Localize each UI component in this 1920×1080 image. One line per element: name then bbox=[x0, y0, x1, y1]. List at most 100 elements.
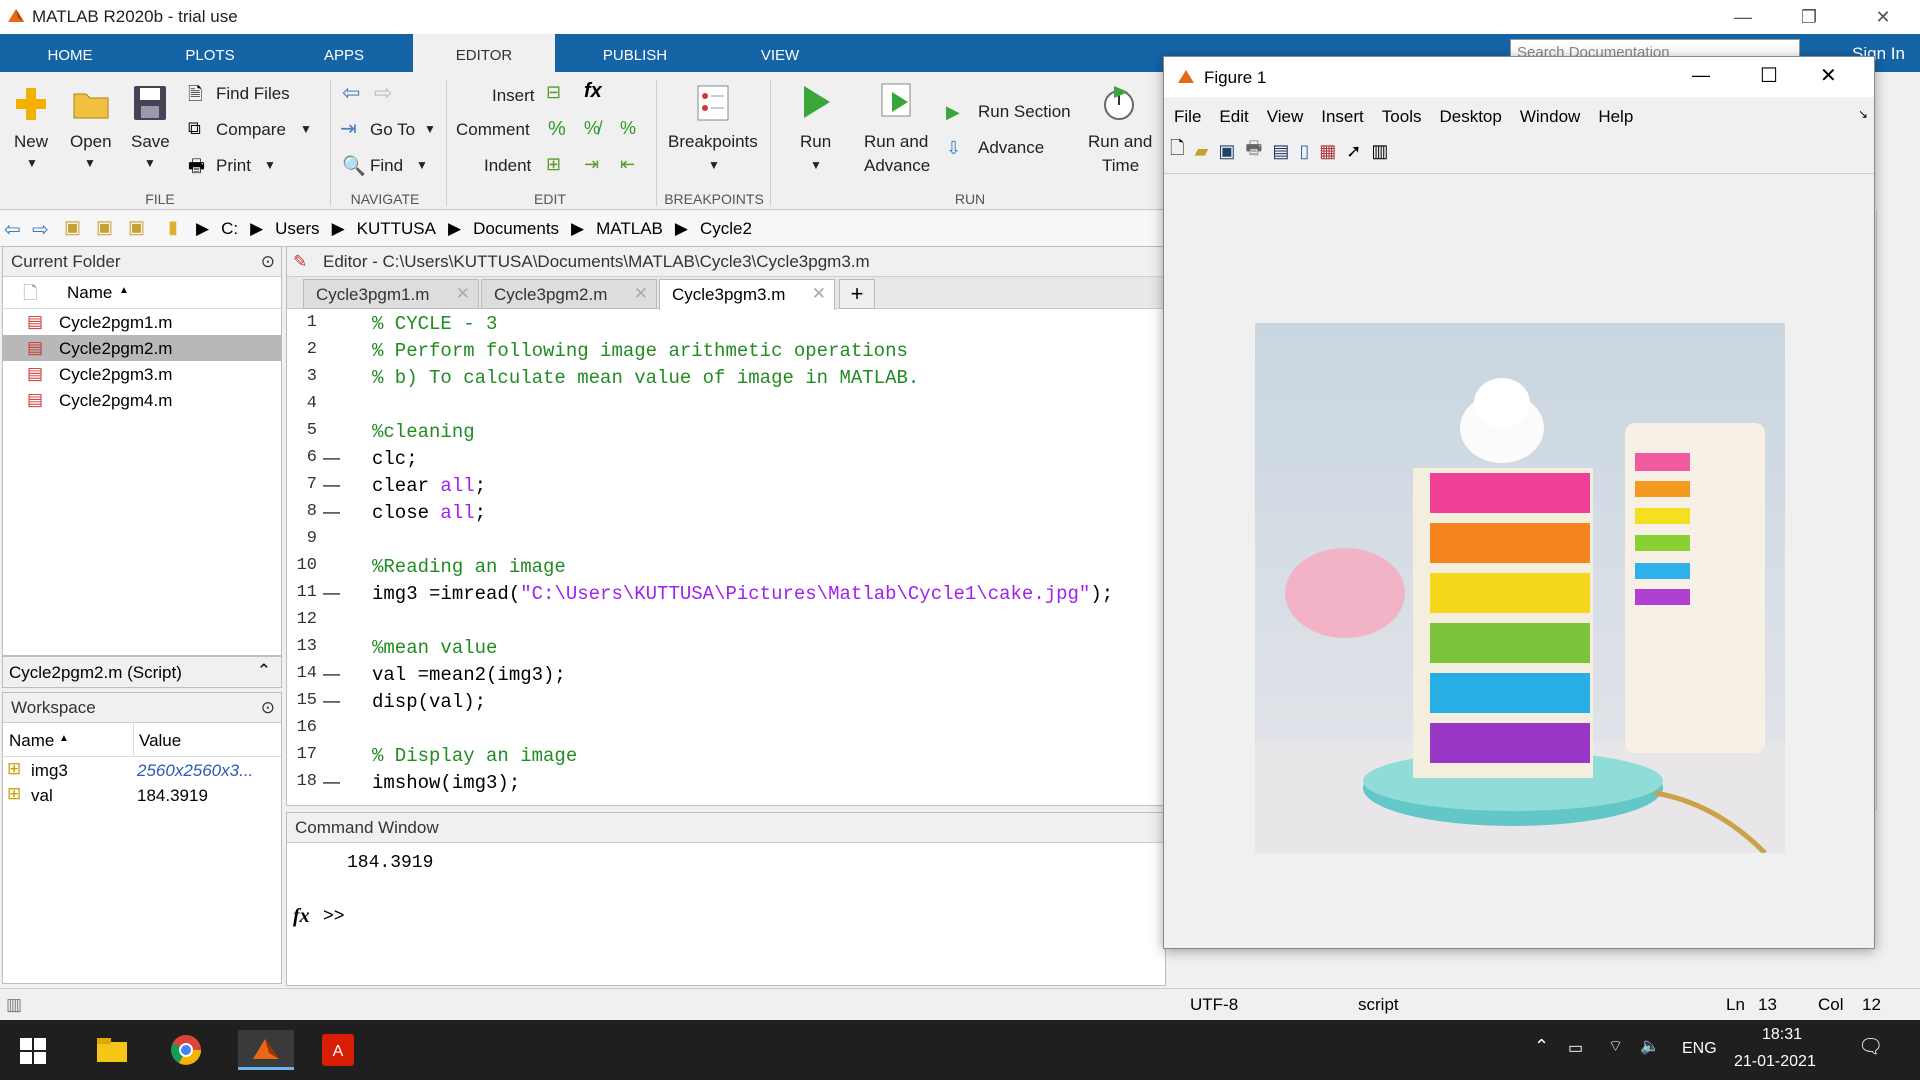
battery-icon[interactable]: ▭ bbox=[1568, 1038, 1583, 1058]
menu-window[interactable]: Window bbox=[1520, 107, 1580, 127]
run-button[interactable]: Run bbox=[800, 132, 831, 152]
close-tab-icon[interactable]: ✕ bbox=[456, 284, 470, 304]
open-folder-icon[interactable] bbox=[72, 86, 110, 125]
new-icon[interactable] bbox=[12, 84, 52, 124]
editor-tab[interactable]: Cycle3pgm2.m ✕ bbox=[481, 279, 657, 309]
matlab-taskbar-icon[interactable] bbox=[238, 1030, 294, 1070]
print-button[interactable]: Print bbox=[216, 156, 251, 176]
breadcrumb-item[interactable]: MATLAB bbox=[596, 219, 663, 239]
new-tab-button[interactable]: + bbox=[839, 279, 875, 309]
code-line[interactable]: % Display an image bbox=[372, 745, 577, 767]
clock-time[interactable]: 18:31 bbox=[1762, 1026, 1802, 1044]
close-tab-icon[interactable]: ✕ bbox=[634, 284, 648, 304]
wifi-icon[interactable]: ⌔ bbox=[1608, 1036, 1623, 1056]
code-line[interactable]: % CYCLE - 3 bbox=[372, 313, 497, 335]
code-line[interactable]: clear all; bbox=[372, 475, 486, 497]
forward-arrow-icon[interactable]: ⇨ bbox=[374, 80, 392, 106]
tab-view[interactable]: VIEW bbox=[740, 34, 820, 72]
code-line[interactable]: %cleaning bbox=[372, 421, 475, 443]
legend-icon[interactable]: ▦ bbox=[1319, 141, 1336, 162]
run-and-advance-line1[interactable]: Run and bbox=[864, 132, 928, 152]
breakpoint-dash[interactable]: — bbox=[323, 448, 340, 468]
insert-button[interactable]: Insert bbox=[492, 86, 535, 106]
chrome-icon[interactable] bbox=[164, 1030, 208, 1070]
run-and-advance-line2[interactable]: Advance bbox=[864, 156, 930, 176]
tab-publish[interactable]: PUBLISH bbox=[590, 34, 680, 72]
menu-file[interactable]: File bbox=[1174, 107, 1201, 127]
run-section-button[interactable]: Run Section bbox=[978, 102, 1071, 122]
list-item[interactable]: ▤ Cycle2pgm4.m bbox=[3, 387, 281, 413]
run-and-time-line1[interactable]: Run and bbox=[1088, 132, 1152, 152]
menu-insert[interactable]: Insert bbox=[1321, 107, 1364, 127]
file-explorer-icon[interactable] bbox=[90, 1030, 134, 1070]
close-button[interactable]: ✕ bbox=[1820, 63, 1837, 88]
forward-arrow-icon[interactable]: ⇨ bbox=[32, 217, 49, 242]
run-and-advance-icon[interactable] bbox=[878, 82, 918, 125]
code-line[interactable]: % b) To calculate mean value of image in… bbox=[372, 367, 919, 389]
breakpoint-dash[interactable]: — bbox=[323, 475, 340, 495]
chevron-down-icon[interactable]: ▼ bbox=[416, 158, 428, 172]
link-plot-icon[interactable]: ▤ bbox=[1272, 141, 1289, 162]
name-column-header[interactable]: Name bbox=[67, 283, 112, 303]
table-row[interactable]: ⊞ img3 2560x2560x3... bbox=[3, 757, 281, 782]
chevron-down-icon[interactable]: ▼ bbox=[424, 122, 436, 136]
folder-options-icon[interactable]: ▣ bbox=[128, 217, 145, 238]
chevron-down-icon[interactable]: ▼ bbox=[264, 158, 276, 172]
breakpoints-button[interactable]: Breakpoints bbox=[668, 132, 758, 152]
compare-button[interactable]: Compare bbox=[216, 120, 286, 140]
comment-percent-icon[interactable]: % bbox=[548, 118, 566, 141]
chevron-down-icon[interactable]: ▼ bbox=[300, 122, 312, 136]
breakpoint-dash[interactable]: — bbox=[323, 691, 340, 711]
minimize-button[interactable]: — bbox=[1692, 65, 1710, 86]
browse-folder-icon[interactable]: ▣ bbox=[96, 217, 113, 238]
advance-icon[interactable]: ⇩ bbox=[946, 138, 961, 159]
panel-menu-icon[interactable]: ⊙ bbox=[261, 693, 275, 723]
smart-indent-icon[interactable]: ⊞ bbox=[546, 154, 561, 175]
run-section-icon[interactable]: ▶ bbox=[946, 102, 960, 123]
editor-tab-active[interactable]: Cycle3pgm3.m ✕ bbox=[659, 279, 835, 310]
indent-button[interactable]: Indent bbox=[484, 156, 531, 176]
new-figure-icon[interactable]: 🗋 bbox=[1170, 136, 1184, 166]
close-button[interactable]: ✕ bbox=[1850, 0, 1916, 34]
property-editor-icon[interactable]: ▥ bbox=[1371, 141, 1388, 162]
back-arrow-icon[interactable]: ⇦ bbox=[4, 217, 21, 242]
up-folder-icon[interactable]: ▣ bbox=[64, 217, 81, 238]
chevron-down-icon[interactable]: ▼ bbox=[84, 156, 96, 170]
insert-section-icon[interactable]: ⊟ bbox=[546, 82, 561, 103]
tab-editor[interactable]: EDITOR bbox=[413, 34, 555, 72]
editor-tab[interactable]: Cycle3pgm1.m ✕ bbox=[303, 279, 479, 309]
notifications-icon[interactable]: 🗨 bbox=[1858, 1034, 1883, 1059]
chevron-down-icon[interactable]: ▼ bbox=[144, 156, 156, 170]
close-tab-icon[interactable]: ✕ bbox=[812, 284, 826, 304]
clock-date[interactable]: 21-01-2021 bbox=[1734, 1053, 1816, 1071]
pointer-icon[interactable]: ➚ bbox=[1346, 141, 1361, 162]
panel-menu-icon[interactable]: ⊙ bbox=[261, 247, 275, 277]
save-icon[interactable] bbox=[132, 84, 168, 127]
new-button[interactable]: New bbox=[14, 132, 48, 152]
back-arrow-icon[interactable]: ⇦ bbox=[342, 80, 360, 106]
colorbar-icon[interactable]: ▯ bbox=[1299, 141, 1309, 162]
restore-button[interactable]: ❐ bbox=[1776, 0, 1842, 34]
breakpoints-icon[interactable] bbox=[694, 84, 732, 127]
code-area[interactable]: 1 % CYCLE - 3 2 % Perform following image a… bbox=[287, 309, 1165, 807]
chevron-up-icon[interactable]: ⌃ bbox=[1534, 1036, 1549, 1057]
fx-icon[interactable]: fx bbox=[293, 905, 310, 928]
breakpoint-dash[interactable]: — bbox=[323, 583, 340, 603]
code-line[interactable]: close all; bbox=[372, 502, 486, 524]
command-prompt[interactable]: >> bbox=[323, 907, 345, 927]
menu-view[interactable]: View bbox=[1267, 107, 1304, 127]
find-button[interactable]: Find bbox=[370, 156, 403, 176]
maximize-button[interactable]: ☐ bbox=[1760, 63, 1778, 88]
uncomment-icon[interactable]: %̸ bbox=[584, 118, 600, 139]
save-figure-icon[interactable]: ▣ bbox=[1218, 141, 1235, 162]
list-item[interactable]: ▤ Cycle2pgm2.m bbox=[3, 335, 281, 361]
breakpoint-dash[interactable]: — bbox=[323, 772, 340, 792]
breadcrumb-item[interactable]: Documents bbox=[473, 219, 559, 239]
run-and-time-icon[interactable] bbox=[1100, 84, 1138, 127]
chevron-down-icon[interactable]: ▼ bbox=[26, 156, 38, 170]
menu-tools[interactable]: Tools bbox=[1382, 107, 1422, 127]
acrobat-icon[interactable]: A bbox=[316, 1030, 360, 1070]
menu-help[interactable]: Help bbox=[1598, 107, 1633, 127]
menu-edit[interactable]: Edit bbox=[1219, 107, 1248, 127]
increase-indent-icon[interactable]: ⇥ bbox=[584, 154, 599, 175]
